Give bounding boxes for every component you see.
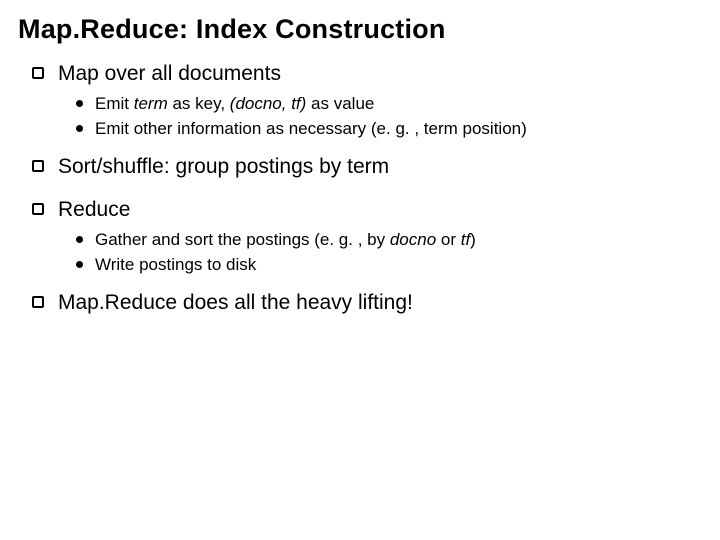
sublist-item-text: Emit other information as necessary (e. … [95,118,527,140]
list-item-text: Map over all documents [58,61,281,87]
text-run: Emit other information as necessary (e. … [95,119,527,138]
text-run: as value [306,94,374,113]
sublist: Gather and sort the postings (e. g. , by… [76,229,700,276]
list-item: Sort/shuffle: group postings by term [32,154,700,180]
sublist: Emit term as key, (docno, tf) as value E… [76,93,700,140]
list-item-text: Reduce [58,197,130,223]
dot-bullet-icon [76,100,83,107]
italic-run: docno [390,230,436,249]
sublist-item: Emit other information as necessary (e. … [76,118,700,140]
list-item: Reduce [32,197,700,223]
dot-bullet-icon [76,236,83,243]
square-bullet-icon [32,203,44,215]
italic-run: (docno, tf) [230,94,307,113]
dot-bullet-icon [76,125,83,132]
list-item: Map over all documents [32,61,700,87]
italic-run: term [134,94,168,113]
sublist-item-text: Write postings to disk [95,254,256,276]
text-run: or [436,230,461,249]
text-run: Gather and sort the postings (e. g. , by [95,230,390,249]
text-run: Write postings to disk [95,255,256,274]
sublist-item: Emit term as key, (docno, tf) as value [76,93,700,115]
list-item: Map.Reduce does all the heavy lifting! [32,290,700,316]
slide-title: Map.Reduce: Index Construction [18,14,700,45]
list-item-text: Sort/shuffle: group postings by term [58,154,389,180]
text-run: Emit [95,94,134,113]
slide: Map.Reduce: Index Construction Map over … [0,0,720,316]
dot-bullet-icon [76,261,83,268]
text-run: as key, [168,94,230,113]
square-bullet-icon [32,160,44,172]
list-item-text: Map.Reduce does all the heavy lifting! [58,290,413,316]
sublist-item: Write postings to disk [76,254,700,276]
italic-run: tf [461,230,470,249]
square-bullet-icon [32,296,44,308]
sublist-item-text: Emit term as key, (docno, tf) as value [95,93,374,115]
sublist-item-text: Gather and sort the postings (e. g. , by… [95,229,476,251]
sublist-item: Gather and sort the postings (e. g. , by… [76,229,700,251]
text-run: ) [470,230,476,249]
square-bullet-icon [32,67,44,79]
